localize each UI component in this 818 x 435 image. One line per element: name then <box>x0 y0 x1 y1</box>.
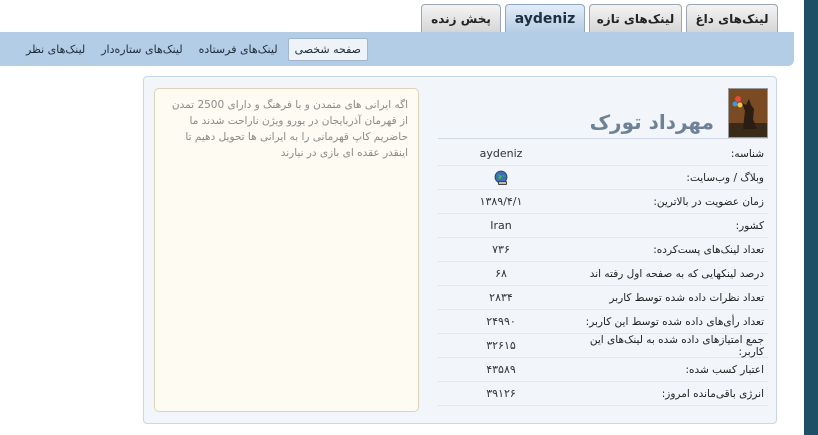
avatar <box>728 88 768 138</box>
subnav-starred-links[interactable]: لینک‌های ستاره‌دار <box>95 39 188 60</box>
comments-count-value: ۲۸۳۴ <box>489 291 513 304</box>
row-label: زمان عضویت در بالاترین: <box>653 195 764 208</box>
received-points-value: ۳۲۶۱۵ <box>486 339 516 352</box>
table-row: شناسه: aydeniz <box>438 142 768 166</box>
tab-user-profile[interactable]: aydeniz <box>505 4 585 32</box>
window-edge-bar <box>804 0 818 435</box>
tab-new-links[interactable]: لینک‌های تازه <box>589 4 682 32</box>
energy-value: ۳۹۱۲۶ <box>486 387 516 400</box>
tab-hot-links[interactable]: لینک‌های داغ <box>686 4 778 32</box>
row-label: تعداد لینک‌های پست‌کرده: <box>653 243 764 256</box>
row-label: درصد لینکهایی که به صفحه اول رفته اند <box>589 267 764 280</box>
user-display-name: مهرداد تورک <box>589 110 714 134</box>
table-row: انرژی باقی‌مانده امروز: ۳۹۱۲۶ <box>438 382 768 406</box>
table-row: زمان عضویت در بالاترین: ۱۳۸۹/۴/۱ <box>438 190 768 214</box>
website-value <box>438 170 564 186</box>
table-row: وبلاگ / وب‌سایت: <box>438 166 768 190</box>
profile-subnav: صفحه شخصی لینک‌های فرستاده لینک‌های ستار… <box>0 32 794 66</box>
row-label: جمع امتیازهای داده شده به لینک‌های این ک… <box>589 333 764 358</box>
tab-live-stream[interactable]: پخش زنده <box>421 4 501 32</box>
profile-info: مهرداد تورک شناسه: aydeniz وبلاگ / وب‌سا… <box>438 88 768 406</box>
subnav-personal-page[interactable]: صفحه شخصی <box>287 37 368 61</box>
table-row: تعداد رأی‌های داده شده توسط این کاربر: ۲… <box>438 310 768 334</box>
row-label: کشور: <box>735 219 764 232</box>
row-label: وبلاگ / وب‌سایت: <box>686 171 764 184</box>
row-label: شناسه: <box>730 147 764 160</box>
row-label: انرژی باقی‌مانده امروز: <box>661 387 764 400</box>
wolf-avatar-icon <box>729 89 767 137</box>
table-row: درصد لینکهایی که به صفحه اول رفته اند ۶۸ <box>438 262 768 286</box>
table-row: تعداد لینک‌های پست‌کرده: ۷۳۶ <box>438 238 768 262</box>
table-row: کشور: Iran <box>438 214 768 238</box>
posted-links-value: ۷۳۶ <box>492 243 510 256</box>
globe-link-icon[interactable] <box>493 170 509 186</box>
subnav-commented-links[interactable]: لینک‌های نظر <box>20 39 91 60</box>
main-tabs: لینک‌های داغ لینک‌های تازه aydeniz پخش ز… <box>421 4 778 32</box>
table-row: جمع امتیازهای داده شده به لینک‌های این ک… <box>438 334 768 358</box>
table-row: اعتبار کسب شده: ۴۳۵۸۹ <box>438 358 768 382</box>
subnav-sent-links[interactable]: لینک‌های فرستاده <box>193 39 284 60</box>
front-page-percent-value: ۶۸ <box>495 267 507 280</box>
votes-count-value: ۲۴۹۹۰ <box>486 315 516 328</box>
username-value: aydeniz <box>479 147 523 160</box>
country-value: Iran <box>490 219 512 232</box>
credit-value: ۴۳۵۸۹ <box>486 363 516 376</box>
row-label: تعداد رأی‌های داده شده توسط این کاربر: <box>585 315 764 328</box>
stats-table: شناسه: aydeniz وبلاگ / وب‌سایت: زمان عضو… <box>438 142 768 406</box>
table-row: تعداد نظرات داده شده توسط کاربر ۲۸۳۴ <box>438 286 768 310</box>
user-bio: اگه ایرانی های متمدن و با فرهنگ و دارای … <box>154 88 419 412</box>
row-label: اعتبار کسب شده: <box>685 363 765 376</box>
row-label: تعداد نظرات داده شده توسط کاربر <box>609 291 764 304</box>
join-date-value: ۱۳۸۹/۴/۱ <box>479 195 523 208</box>
name-divider <box>438 138 768 139</box>
